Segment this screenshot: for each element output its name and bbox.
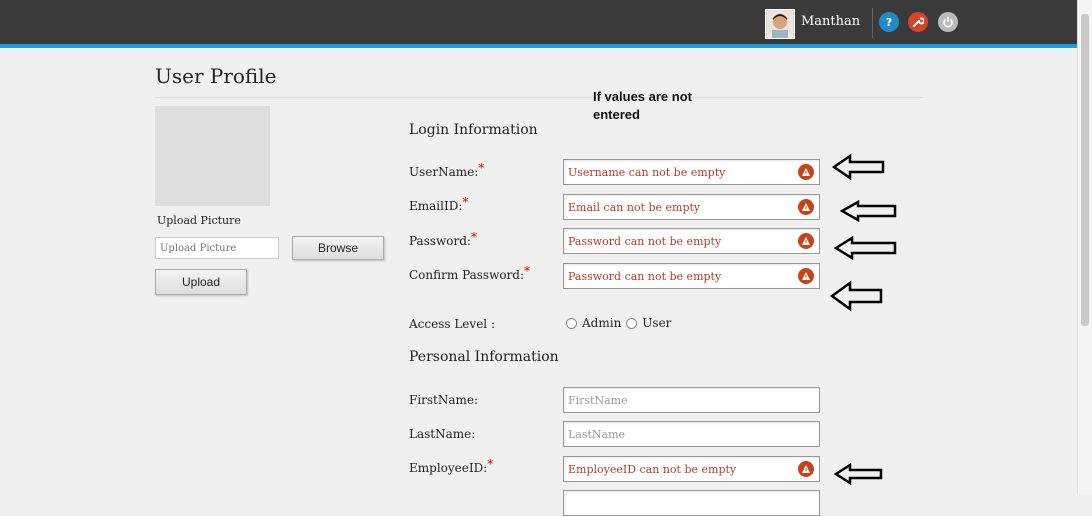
username-field[interactable] — [563, 159, 820, 185]
confirm-password-field[interactable] — [563, 263, 820, 289]
warning-icon — [798, 268, 814, 284]
access-admin-option[interactable]: Admin — [566, 316, 621, 330]
annotation-arrow-icon — [834, 462, 883, 486]
annotation-arrow-icon — [840, 199, 897, 223]
vertical-scrollbar[interactable] — [1077, 0, 1092, 495]
annotation-arrow-icon — [830, 280, 883, 312]
required-marker: * — [487, 457, 494, 471]
settings-wrench-icon[interactable] — [908, 12, 928, 32]
upload-picture-label: Upload Picture — [157, 214, 241, 227]
profile-picture-placeholder — [155, 106, 270, 206]
warning-icon — [798, 199, 814, 215]
divider — [155, 97, 923, 98]
username-label: UserName:* — [409, 161, 485, 179]
annotation-arrow-icon — [834, 235, 897, 261]
divider — [872, 8, 873, 38]
access-user-option[interactable]: User — [626, 316, 671, 330]
personal-section-title: Personal Information — [409, 349, 559, 365]
warning-icon — [798, 461, 814, 477]
page-title: User Profile — [155, 64, 277, 88]
employeeid-field[interactable] — [563, 456, 820, 482]
scrollbar-thumb[interactable] — [1081, 14, 1089, 326]
avatar[interactable] — [765, 9, 795, 39]
required-marker: * — [470, 230, 477, 244]
email-label: EmailID:* — [409, 195, 469, 213]
radio-user[interactable] — [626, 317, 638, 329]
top-bar: Manthan ? — [0, 0, 1078, 48]
warning-icon — [798, 164, 814, 180]
next-field[interactable] — [563, 490, 820, 516]
user-name[interactable]: Manthan — [801, 14, 860, 29]
svg-text:?: ? — [886, 16, 892, 28]
warning-icon — [798, 233, 814, 249]
help-icon[interactable]: ? — [879, 12, 899, 32]
required-marker: * — [462, 195, 469, 209]
email-field[interactable] — [563, 194, 820, 220]
employeeid-label: EmployeeID:* — [409, 457, 494, 475]
upload-picture-input[interactable] — [155, 237, 279, 259]
firstname-field[interactable] — [563, 387, 820, 413]
upload-button[interactable]: Upload — [155, 269, 247, 295]
required-marker: * — [524, 264, 531, 278]
annotation-arrow-icon — [832, 153, 885, 181]
access-level-label: Access Level : — [409, 317, 495, 331]
required-marker: * — [478, 161, 485, 175]
firstname-label: FirstName: — [409, 393, 479, 407]
lastname-field[interactable] — [563, 421, 820, 447]
annotation-note: If values are not entered — [593, 89, 692, 122]
login-section-title: Login Information — [409, 122, 538, 138]
radio-admin[interactable] — [566, 317, 577, 329]
lastname-label: LastName: — [409, 427, 476, 441]
confirm-password-label: Confirm Password:* — [409, 264, 531, 282]
power-icon[interactable] — [938, 12, 958, 32]
access-level-radio-group: Admin User — [566, 316, 676, 330]
password-field[interactable] — [563, 228, 820, 254]
browse-button[interactable]: Browse — [292, 236, 384, 260]
password-label: Password:* — [409, 230, 477, 248]
